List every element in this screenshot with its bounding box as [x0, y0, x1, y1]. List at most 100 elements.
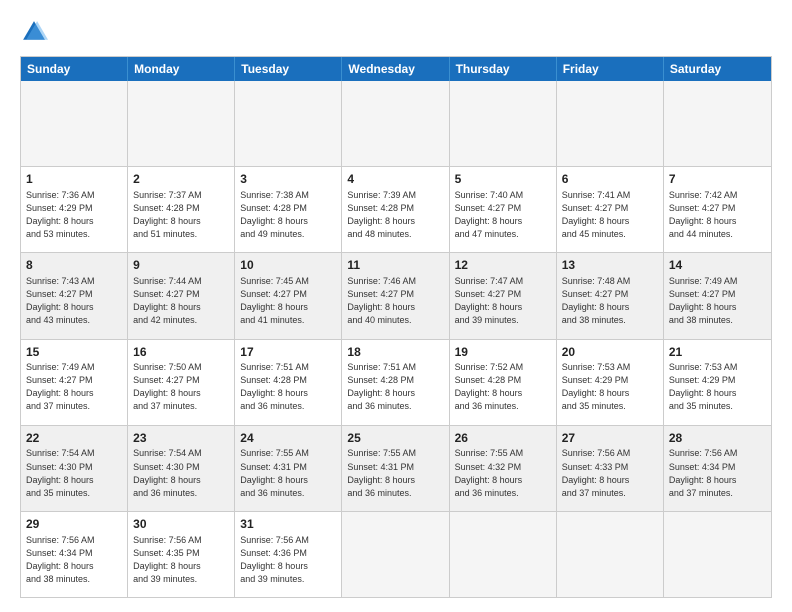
- calendar-cell: 1Sunrise: 7:36 AMSunset: 4:29 PMDaylight…: [21, 167, 128, 252]
- calendar-cell: 19Sunrise: 7:52 AMSunset: 4:28 PMDayligh…: [450, 340, 557, 425]
- page: SundayMondayTuesdayWednesdayThursdayFrid…: [0, 0, 792, 612]
- cell-info: Sunrise: 7:51 AMSunset: 4:28 PMDaylight:…: [347, 361, 443, 413]
- calendar-cell: 11Sunrise: 7:46 AMSunset: 4:27 PMDayligh…: [342, 253, 449, 338]
- calendar-cell: 4Sunrise: 7:39 AMSunset: 4:28 PMDaylight…: [342, 167, 449, 252]
- calendar-cell: 30Sunrise: 7:56 AMSunset: 4:35 PMDayligh…: [128, 512, 235, 597]
- calendar-week: 8Sunrise: 7:43 AMSunset: 4:27 PMDaylight…: [21, 252, 771, 338]
- cell-info: Sunrise: 7:40 AMSunset: 4:27 PMDaylight:…: [455, 189, 551, 241]
- day-number: 16: [133, 344, 229, 361]
- calendar-cell: 26Sunrise: 7:55 AMSunset: 4:32 PMDayligh…: [450, 426, 557, 511]
- calendar-cell: 12Sunrise: 7:47 AMSunset: 4:27 PMDayligh…: [450, 253, 557, 338]
- calendar-cell: [21, 81, 128, 166]
- calendar-header-cell: Friday: [557, 57, 664, 81]
- cell-info: Sunrise: 7:56 AMSunset: 4:34 PMDaylight:…: [26, 534, 122, 586]
- day-number: 25: [347, 430, 443, 447]
- cell-info: Sunrise: 7:43 AMSunset: 4:27 PMDaylight:…: [26, 275, 122, 327]
- day-number: 2: [133, 171, 229, 188]
- calendar-cell: 21Sunrise: 7:53 AMSunset: 4:29 PMDayligh…: [664, 340, 771, 425]
- calendar-week: 29Sunrise: 7:56 AMSunset: 4:34 PMDayligh…: [21, 511, 771, 597]
- day-number: 22: [26, 430, 122, 447]
- calendar-cell: [128, 81, 235, 166]
- calendar-header-cell: Saturday: [664, 57, 771, 81]
- cell-info: Sunrise: 7:37 AMSunset: 4:28 PMDaylight:…: [133, 189, 229, 241]
- header: [20, 18, 772, 46]
- day-number: 10: [240, 257, 336, 274]
- cell-info: Sunrise: 7:50 AMSunset: 4:27 PMDaylight:…: [133, 361, 229, 413]
- day-number: 6: [562, 171, 658, 188]
- day-number: 27: [562, 430, 658, 447]
- calendar-cell: 20Sunrise: 7:53 AMSunset: 4:29 PMDayligh…: [557, 340, 664, 425]
- calendar-cell: 8Sunrise: 7:43 AMSunset: 4:27 PMDaylight…: [21, 253, 128, 338]
- calendar-cell: 6Sunrise: 7:41 AMSunset: 4:27 PMDaylight…: [557, 167, 664, 252]
- cell-info: Sunrise: 7:56 AMSunset: 4:34 PMDaylight:…: [669, 447, 766, 499]
- calendar-cell: 29Sunrise: 7:56 AMSunset: 4:34 PMDayligh…: [21, 512, 128, 597]
- calendar-cell: 2Sunrise: 7:37 AMSunset: 4:28 PMDaylight…: [128, 167, 235, 252]
- calendar-cell: 28Sunrise: 7:56 AMSunset: 4:34 PMDayligh…: [664, 426, 771, 511]
- cell-info: Sunrise: 7:38 AMSunset: 4:28 PMDaylight:…: [240, 189, 336, 241]
- calendar-cell: [664, 81, 771, 166]
- calendar-cell: 10Sunrise: 7:45 AMSunset: 4:27 PMDayligh…: [235, 253, 342, 338]
- day-number: 15: [26, 344, 122, 361]
- calendar-cell: 13Sunrise: 7:48 AMSunset: 4:27 PMDayligh…: [557, 253, 664, 338]
- cell-info: Sunrise: 7:55 AMSunset: 4:31 PMDaylight:…: [347, 447, 443, 499]
- calendar-cell: 25Sunrise: 7:55 AMSunset: 4:31 PMDayligh…: [342, 426, 449, 511]
- calendar-header-cell: Wednesday: [342, 57, 449, 81]
- day-number: 24: [240, 430, 336, 447]
- calendar-cell: 31Sunrise: 7:56 AMSunset: 4:36 PMDayligh…: [235, 512, 342, 597]
- calendar-cell: 14Sunrise: 7:49 AMSunset: 4:27 PMDayligh…: [664, 253, 771, 338]
- day-number: 30: [133, 516, 229, 533]
- calendar-cell: [664, 512, 771, 597]
- cell-info: Sunrise: 7:54 AMSunset: 4:30 PMDaylight:…: [133, 447, 229, 499]
- cell-info: Sunrise: 7:41 AMSunset: 4:27 PMDaylight:…: [562, 189, 658, 241]
- calendar-cell: 18Sunrise: 7:51 AMSunset: 4:28 PMDayligh…: [342, 340, 449, 425]
- day-number: 5: [455, 171, 551, 188]
- day-number: 20: [562, 344, 658, 361]
- calendar-cell: 5Sunrise: 7:40 AMSunset: 4:27 PMDaylight…: [450, 167, 557, 252]
- day-number: 1: [26, 171, 122, 188]
- calendar-cell: 16Sunrise: 7:50 AMSunset: 4:27 PMDayligh…: [128, 340, 235, 425]
- calendar-cell: 27Sunrise: 7:56 AMSunset: 4:33 PMDayligh…: [557, 426, 664, 511]
- cell-info: Sunrise: 7:56 AMSunset: 4:33 PMDaylight:…: [562, 447, 658, 499]
- day-number: 23: [133, 430, 229, 447]
- calendar-header-row: SundayMondayTuesdayWednesdayThursdayFrid…: [21, 57, 771, 81]
- calendar-cell: [450, 81, 557, 166]
- logo: [20, 18, 52, 46]
- logo-icon: [20, 18, 48, 46]
- cell-info: Sunrise: 7:47 AMSunset: 4:27 PMDaylight:…: [455, 275, 551, 327]
- cell-info: Sunrise: 7:36 AMSunset: 4:29 PMDaylight:…: [26, 189, 122, 241]
- day-number: 4: [347, 171, 443, 188]
- calendar-cell: 3Sunrise: 7:38 AMSunset: 4:28 PMDaylight…: [235, 167, 342, 252]
- day-number: 11: [347, 257, 443, 274]
- calendar-cell: 9Sunrise: 7:44 AMSunset: 4:27 PMDaylight…: [128, 253, 235, 338]
- cell-info: Sunrise: 7:49 AMSunset: 4:27 PMDaylight:…: [669, 275, 766, 327]
- day-number: 21: [669, 344, 766, 361]
- calendar-week: [21, 81, 771, 166]
- calendar-header-cell: Thursday: [450, 57, 557, 81]
- cell-info: Sunrise: 7:52 AMSunset: 4:28 PMDaylight:…: [455, 361, 551, 413]
- day-number: 14: [669, 257, 766, 274]
- cell-info: Sunrise: 7:51 AMSunset: 4:28 PMDaylight:…: [240, 361, 336, 413]
- day-number: 28: [669, 430, 766, 447]
- cell-info: Sunrise: 7:55 AMSunset: 4:31 PMDaylight:…: [240, 447, 336, 499]
- cell-info: Sunrise: 7:45 AMSunset: 4:27 PMDaylight:…: [240, 275, 336, 327]
- cell-info: Sunrise: 7:53 AMSunset: 4:29 PMDaylight:…: [562, 361, 658, 413]
- calendar-body: 1Sunrise: 7:36 AMSunset: 4:29 PMDaylight…: [21, 81, 771, 597]
- day-number: 18: [347, 344, 443, 361]
- day-number: 13: [562, 257, 658, 274]
- calendar-cell: [235, 81, 342, 166]
- day-number: 29: [26, 516, 122, 533]
- cell-info: Sunrise: 7:39 AMSunset: 4:28 PMDaylight:…: [347, 189, 443, 241]
- day-number: 19: [455, 344, 551, 361]
- calendar-cell: 15Sunrise: 7:49 AMSunset: 4:27 PMDayligh…: [21, 340, 128, 425]
- calendar-cell: 23Sunrise: 7:54 AMSunset: 4:30 PMDayligh…: [128, 426, 235, 511]
- cell-info: Sunrise: 7:55 AMSunset: 4:32 PMDaylight:…: [455, 447, 551, 499]
- calendar-header-cell: Sunday: [21, 57, 128, 81]
- cell-info: Sunrise: 7:54 AMSunset: 4:30 PMDaylight:…: [26, 447, 122, 499]
- calendar-week: 1Sunrise: 7:36 AMSunset: 4:29 PMDaylight…: [21, 166, 771, 252]
- calendar-cell: [557, 512, 664, 597]
- calendar-week: 15Sunrise: 7:49 AMSunset: 4:27 PMDayligh…: [21, 339, 771, 425]
- cell-info: Sunrise: 7:42 AMSunset: 4:27 PMDaylight:…: [669, 189, 766, 241]
- calendar-header-cell: Monday: [128, 57, 235, 81]
- calendar-week: 22Sunrise: 7:54 AMSunset: 4:30 PMDayligh…: [21, 425, 771, 511]
- calendar-cell: 17Sunrise: 7:51 AMSunset: 4:28 PMDayligh…: [235, 340, 342, 425]
